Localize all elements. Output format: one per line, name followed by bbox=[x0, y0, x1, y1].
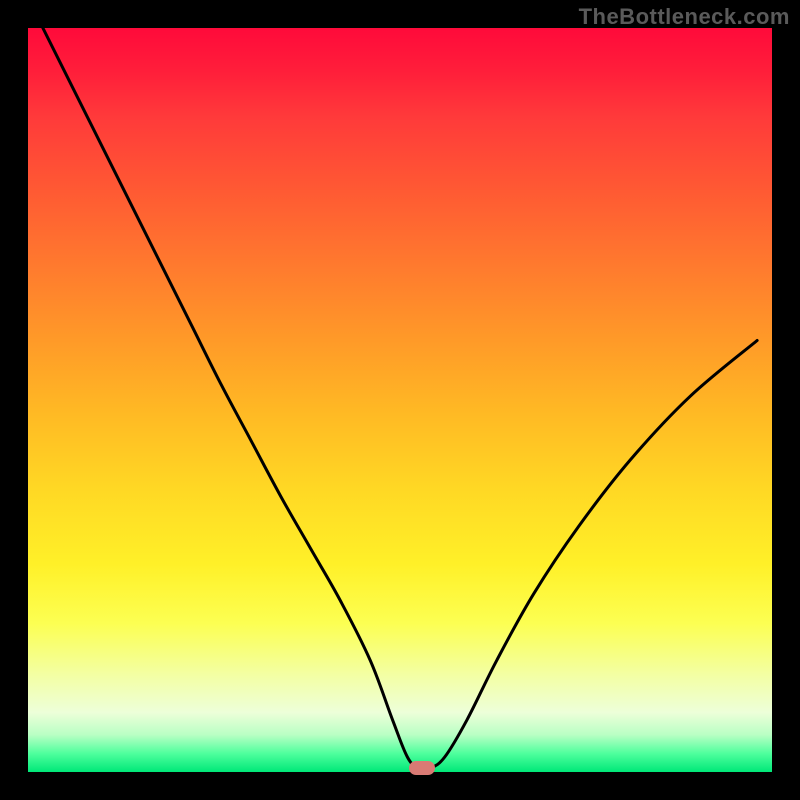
plot-area bbox=[28, 28, 772, 772]
watermark-text: TheBottleneck.com bbox=[579, 4, 790, 30]
optimum-marker bbox=[409, 761, 435, 775]
chart-frame: TheBottleneck.com bbox=[0, 0, 800, 800]
bottleneck-curve bbox=[28, 28, 772, 772]
